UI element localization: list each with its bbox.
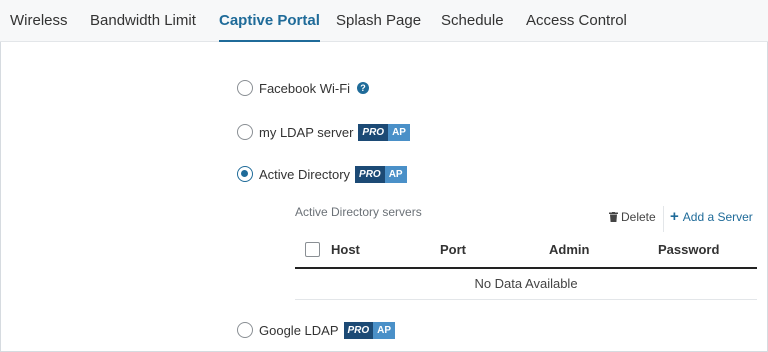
option-google-ldap[interactable]: Google LDAP PRO AP: [237, 320, 396, 340]
empty-table-message: No Data Available: [474, 276, 578, 291]
delete-button[interactable]: Delete: [609, 210, 656, 224]
column-password[interactable]: Password: [658, 242, 719, 257]
column-port[interactable]: Port: [440, 242, 466, 257]
add-server-button[interactable]: + Add a Server: [670, 208, 753, 225]
active-directory-label: Active Directory: [259, 166, 351, 182]
badge-ap: AP: [388, 123, 410, 141]
add-server-label: Add a Server: [682, 210, 753, 224]
ldap-server-radio[interactable]: [237, 124, 253, 140]
table-row-divider: [295, 299, 757, 300]
tab-captive-portal[interactable]: Captive Portal: [219, 0, 320, 42]
column-admin[interactable]: Admin: [549, 242, 589, 257]
pro-ap-badge: PRO AP: [343, 321, 396, 339]
servers-table-header: Host Port Admin Password: [295, 232, 757, 269]
tab-bar: Wireless Bandwidth Limit Captive Portal …: [0, 0, 768, 42]
active-directory-radio[interactable]: [237, 166, 253, 182]
tab-access-control[interactable]: Access Control: [526, 0, 627, 42]
tab-wireless[interactable]: Wireless: [10, 0, 68, 42]
help-icon[interactable]: ?: [357, 82, 370, 94]
column-host[interactable]: Host: [331, 242, 360, 257]
tab-schedule[interactable]: Schedule: [441, 0, 504, 42]
badge-ap: AP: [373, 321, 396, 339]
option-active-directory[interactable]: Active Directory PRO AP: [237, 164, 407, 184]
servers-section-title: Active Directory servers: [295, 205, 422, 219]
pro-ap-badge: PRO AP: [358, 123, 410, 141]
option-facebook-wifi[interactable]: Facebook Wi-Fi ?: [237, 78, 370, 98]
badge-ap: AP: [384, 165, 407, 183]
badge-pro: PRO: [343, 321, 374, 339]
facebook-wifi-radio[interactable]: [237, 80, 253, 96]
badge-pro: PRO: [355, 165, 385, 183]
delete-label: Delete: [621, 210, 656, 224]
google-ldap-label: Google LDAP: [259, 322, 339, 338]
ldap-server-label: my LDAP server: [259, 124, 354, 140]
google-ldap-radio[interactable]: [237, 322, 253, 338]
toolbar-divider: [663, 206, 664, 232]
select-all-checkbox[interactable]: [305, 242, 320, 257]
plus-icon: +: [670, 208, 679, 225]
option-ldap-server[interactable]: my LDAP server PRO AP: [237, 122, 410, 142]
facebook-wifi-label: Facebook Wi-Fi: [259, 80, 351, 96]
trash-icon: [609, 212, 618, 222]
tab-splash-page[interactable]: Splash Page: [336, 0, 421, 42]
tab-bandwidth-limit[interactable]: Bandwidth Limit: [90, 0, 196, 42]
pro-ap-badge: PRO AP: [355, 165, 407, 183]
badge-pro: PRO: [358, 123, 389, 141]
